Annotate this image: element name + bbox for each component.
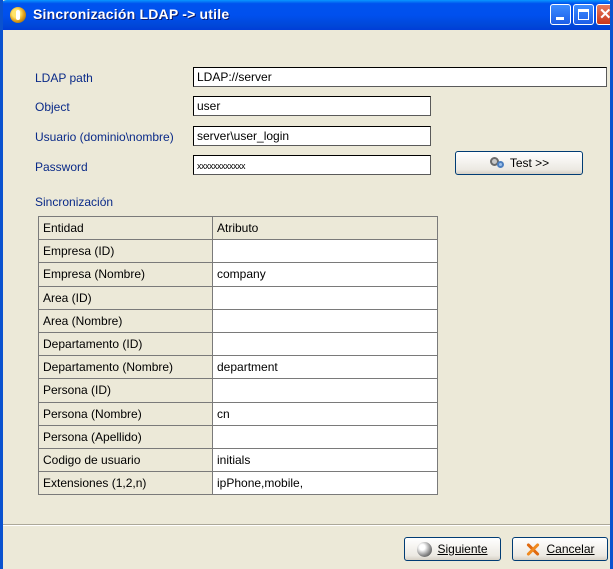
- entidad-column-header: Entidad: [38, 215, 213, 241]
- atributo-cell[interactable]: [212, 308, 438, 333]
- entidad-cell: Persona (ID): [38, 378, 213, 403]
- entidad-cell: Empresa (Nombre): [38, 262, 213, 287]
- next-button-label: Siguiente: [437, 542, 488, 556]
- app-icon: [10, 7, 26, 23]
- atributo-cell[interactable]: initials: [212, 447, 438, 473]
- cancel-icon: [525, 541, 541, 557]
- entidad-cell: Persona (Apellido): [38, 424, 213, 449]
- next-icon: [417, 541, 433, 557]
- entidad-cell: Area (Nombre): [38, 308, 213, 333]
- minimize-button[interactable]: [550, 4, 571, 25]
- grid-row[interactable]: Departamento (Nombre) department: [38, 355, 438, 380]
- grid-row[interactable]: Empresa (ID): [38, 239, 438, 264]
- entidad-cell: Persona (Nombre): [38, 401, 213, 426]
- atributo-cell[interactable]: [212, 424, 438, 449]
- grid-row[interactable]: Extensiones (1,2,n) ipPhone,mobile,: [38, 471, 438, 496]
- atributo-cell[interactable]: company: [212, 262, 438, 287]
- atributo-cell[interactable]: ipPhone,mobile,: [212, 471, 438, 496]
- cancel-button[interactable]: Cancelar: [512, 537, 608, 561]
- grid-row[interactable]: Area (ID): [38, 285, 438, 310]
- maximize-button[interactable]: [573, 4, 594, 25]
- grid-row[interactable]: Area (Nombre): [38, 308, 438, 333]
- object-input[interactable]: user: [193, 96, 431, 116]
- atributo-cell[interactable]: cn: [212, 401, 438, 426]
- footer-divider: [3, 524, 610, 526]
- atributo-cell[interactable]: [212, 239, 438, 264]
- grid-header-row: Entidad Atributo: [38, 215, 438, 241]
- entidad-cell: Empresa (ID): [38, 239, 213, 264]
- entidad-cell: Departamento (Nombre): [38, 355, 213, 380]
- entidad-cell: Area (ID): [38, 285, 213, 310]
- ldap-path-input[interactable]: LDAP://server: [193, 67, 607, 87]
- test-button-label: Test >>: [509, 156, 550, 170]
- sync-section-label: Sincronización: [35, 195, 114, 209]
- usuario-input[interactable]: server\user_login: [193, 126, 431, 146]
- grid-row[interactable]: Empresa (Nombre) company: [38, 262, 438, 287]
- atributo-cell[interactable]: [212, 378, 438, 403]
- ldap-sync-window: Sincronización LDAP -> utile LDAP path L…: [0, 0, 613, 569]
- usuario-label: Usuario (dominio\nombre): [35, 130, 174, 144]
- password-input[interactable]: xxxxxxxxxxxx: [193, 155, 431, 175]
- grid-row[interactable]: Codigo de usuario initials: [38, 447, 438, 473]
- entidad-cell: Codigo de usuario: [38, 447, 213, 473]
- test-button[interactable]: Test >>: [455, 151, 583, 175]
- entidad-cell: Departamento (ID): [38, 331, 213, 357]
- object-label: Object: [35, 100, 70, 114]
- atributo-column-header: Atributo: [212, 215, 438, 241]
- window-title: Sincronización LDAP -> utile: [33, 6, 230, 22]
- title-bar[interactable]: Sincronización LDAP -> utile: [3, 0, 610, 30]
- password-label: Password: [35, 160, 88, 174]
- close-button[interactable]: [596, 4, 610, 25]
- connection-icon: [489, 155, 505, 171]
- next-button[interactable]: Siguiente: [404, 537, 501, 561]
- grid-row[interactable]: Persona (Nombre) cn: [38, 401, 438, 426]
- grid-row[interactable]: Departamento (ID): [38, 331, 438, 357]
- grid-row[interactable]: Persona (ID): [38, 378, 438, 403]
- atributo-cell[interactable]: [212, 285, 438, 310]
- ldap-path-label: LDAP path: [35, 71, 93, 85]
- cancel-button-label: Cancelar: [546, 542, 595, 556]
- grid-row[interactable]: Persona (Apellido): [38, 424, 438, 449]
- atributo-cell[interactable]: [212, 331, 438, 357]
- atributo-cell[interactable]: department: [212, 355, 438, 380]
- sync-grid: Entidad Atributo Empresa (ID) Empresa (No…: [38, 215, 438, 496]
- entidad-cell: Extensiones (1,2,n): [38, 471, 213, 496]
